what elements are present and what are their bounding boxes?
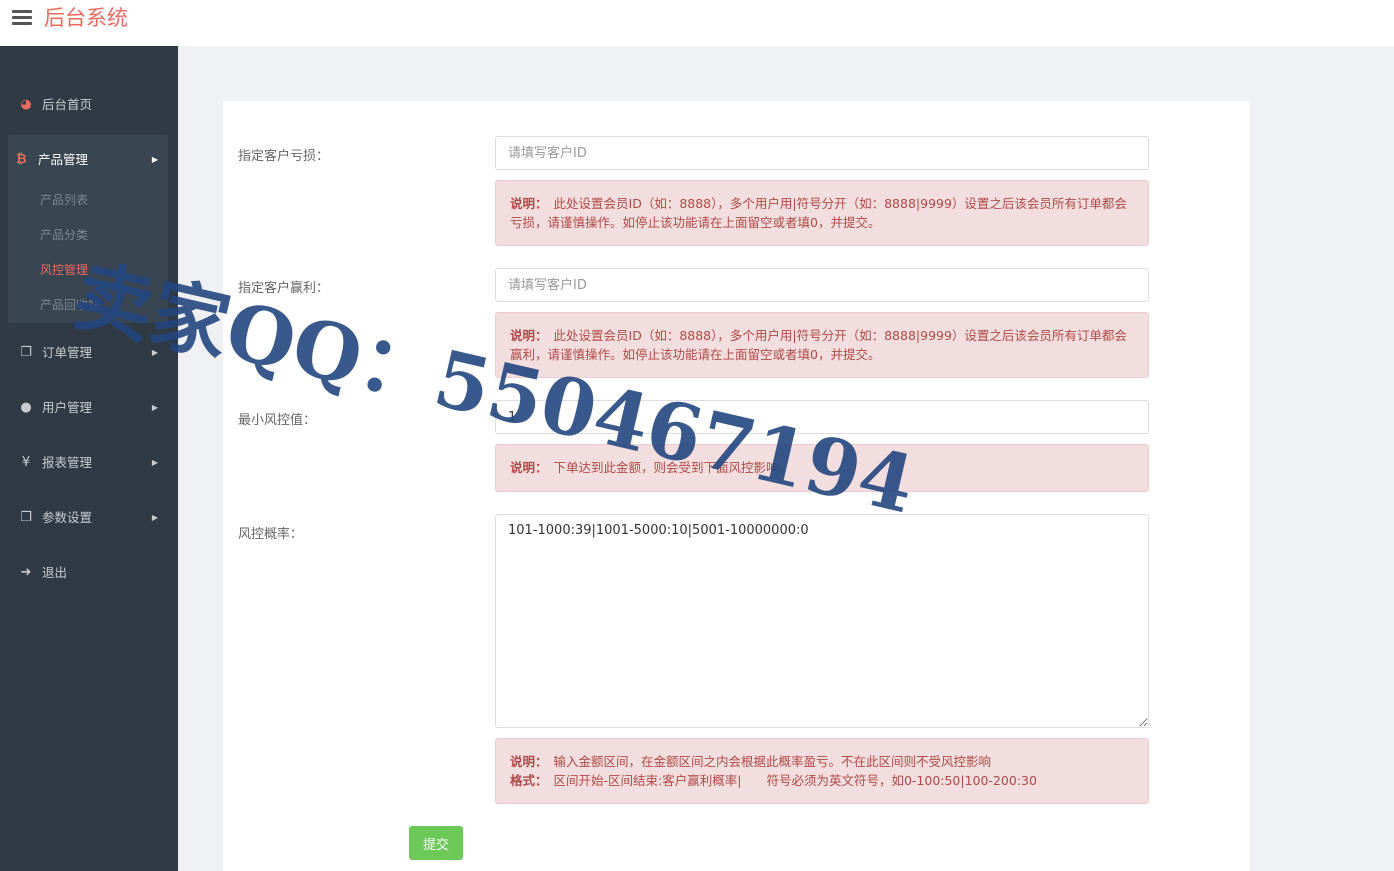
user-icon: ● bbox=[20, 400, 32, 415]
sidebar-item-label: 退出 bbox=[42, 565, 68, 580]
note-label: 说明： bbox=[510, 196, 548, 211]
caret-right-icon: ▶ bbox=[151, 348, 158, 357]
note-text: 此处设置会员ID（如：8888），多个用户用|符号分开（如：8888|9999）… bbox=[510, 196, 1127, 230]
note-text: 下单达到此金额，则会受到下面风控影响。 bbox=[553, 460, 792, 475]
risk-rate-textarea[interactable]: 101-1000:39|1001-5000:10|5001-10000000:0 bbox=[495, 514, 1149, 728]
sidebar-item-reports[interactable]: ¥ 报表管理 ▶ bbox=[8, 443, 168, 483]
format-label: 格式： bbox=[510, 773, 548, 788]
sidebar-subitem-recycle-bin[interactable]: 产品回收站 bbox=[40, 290, 100, 320]
copy-icon: ❐ bbox=[20, 345, 32, 360]
app-title: 后台系统 bbox=[44, 6, 128, 30]
sidebar-item-settings[interactable]: ❐ 参数设置 ▶ bbox=[8, 498, 168, 538]
submit-button[interactable]: 提交 bbox=[409, 826, 463, 860]
risk-control-form: 指定客户亏损： 说明：此处设置会员ID（如：8888），多个用户用|符号分开（如… bbox=[223, 101, 1250, 871]
sidebar-item-logout[interactable]: ➜ 退出 bbox=[8, 553, 168, 593]
sidebar-item-orders[interactable]: ❐ 订单管理 ▶ bbox=[8, 333, 168, 373]
sidebar-item-label: 用户管理 bbox=[42, 400, 93, 415]
min-risk-input[interactable] bbox=[495, 400, 1149, 434]
profit-customer-input[interactable] bbox=[495, 268, 1149, 302]
loss-customer-input[interactable] bbox=[495, 136, 1149, 170]
note-text: 此处设置会员ID（如：8888），多个用户用|符号分开（如：8888|9999）… bbox=[510, 328, 1127, 362]
caret-right-icon: ▶ bbox=[151, 403, 158, 412]
copy-icon: ❐ bbox=[20, 510, 32, 525]
sidebar-item-products[interactable]: ₿ 产品管理 ▶ bbox=[8, 141, 168, 179]
sidebar-subitem-product-list[interactable]: 产品列表 bbox=[40, 185, 88, 215]
profit-label: 指定客户赢利： bbox=[238, 281, 330, 296]
note-label: 说明： bbox=[510, 754, 548, 769]
sign-out-icon: ➜ bbox=[20, 565, 32, 580]
loss-label: 指定客户亏损： bbox=[238, 149, 330, 164]
sidebar-subitem-product-category[interactable]: 产品分类 bbox=[40, 220, 88, 250]
risk-rate-note: 说明： 输入金额区间，在金额区间之内会根据此概率盈亏。不在此区间则不受风控影响 格… bbox=[495, 738, 1149, 804]
sidebar-item-label: 产品管理 bbox=[38, 152, 89, 167]
sidebar: ◕ 后台首页 ₿ 产品管理 ▶ 产品列表 产品分类 风控管理 产品回收站 ❐ 订… bbox=[0, 46, 178, 871]
caret-right-icon: ▶ bbox=[151, 155, 158, 164]
loss-note: 说明： 此处设置会员ID（如：8888），多个用户用|符号分开（如：8888|99… bbox=[495, 180, 1149, 246]
note-line: 说明： 输入金额区间，在金额区间之内会根据此概率盈亏。不在此区间则不受风控影响 bbox=[510, 752, 1134, 771]
sidebar-item-label: 订单管理 bbox=[42, 345, 93, 360]
dashboard-icon: ◕ bbox=[20, 97, 32, 112]
min-risk-label: 最小风控值： bbox=[238, 413, 317, 428]
menu-toggle-icon[interactable] bbox=[12, 10, 32, 26]
bitcoin-icon: ₿ bbox=[16, 152, 27, 167]
caret-right-icon: ▶ bbox=[151, 513, 158, 522]
caret-right-icon: ▶ bbox=[151, 458, 158, 467]
top-bar: 后台系统 bbox=[0, 0, 1394, 46]
sidebar-item-label: 后台首页 bbox=[42, 97, 93, 112]
sidebar-subitem-risk-control[interactable]: 风控管理 bbox=[40, 255, 88, 285]
sidebar-item-home[interactable]: ◕ 后台首页 bbox=[8, 85, 168, 125]
sidebar-item-label: 参数设置 bbox=[42, 510, 93, 525]
yen-icon: ¥ bbox=[21, 455, 31, 470]
sidebar-item-users[interactable]: ● 用户管理 ▶ bbox=[8, 388, 168, 428]
sidebar-item-label: 报表管理 bbox=[42, 455, 93, 470]
note-text: 输入金额区间，在金额区间之内会根据此概率盈亏。不在此区间则不受风控影响 bbox=[553, 754, 992, 769]
risk-rate-label: 风控概率： bbox=[238, 527, 304, 542]
note-label: 说明： bbox=[510, 460, 548, 475]
format-text: 区间开始-区间结束:客户赢利概率| 符号必须为英文符号，如0-100:50|10… bbox=[553, 773, 1037, 788]
format-line: 格式： 区间开始-区间结束:客户赢利概率| 符号必须为英文符号，如0-100:50… bbox=[510, 771, 1134, 790]
note-label: 说明： bbox=[510, 328, 548, 343]
sidebar-group-products: ₿ 产品管理 ▶ 产品列表 产品分类 风控管理 产品回收站 bbox=[8, 135, 168, 323]
profit-note: 说明： 此处设置会员ID（如：8888），多个用户用|符号分开（如：8888|99… bbox=[495, 312, 1149, 378]
min-risk-note: 说明： 下单达到此金额，则会受到下面风控影响。 bbox=[495, 444, 1149, 492]
